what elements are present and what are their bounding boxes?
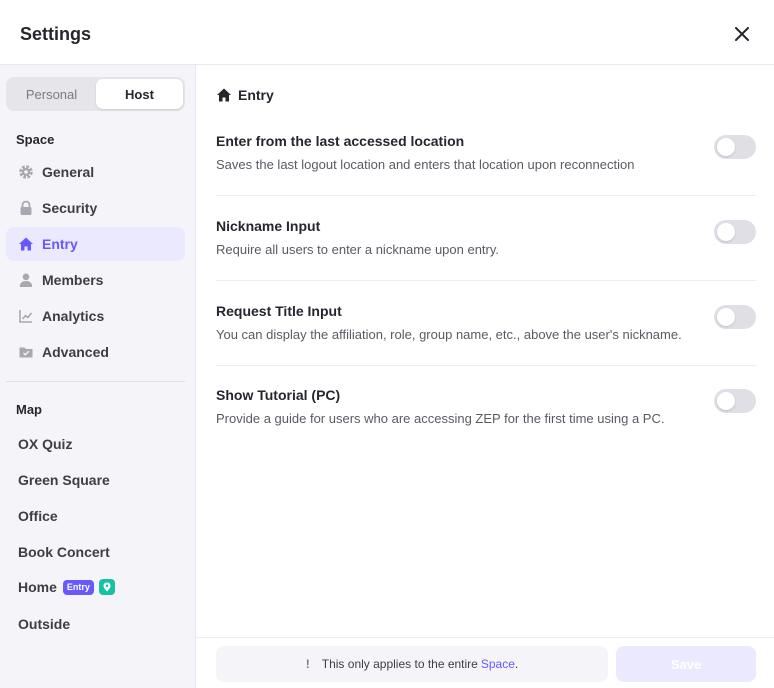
toggle-last-location[interactable] [714, 135, 756, 159]
page-title: Settings [20, 24, 92, 44]
tab-personal[interactable]: Personal [8, 79, 95, 109]
chart-icon [18, 308, 34, 324]
setting-title: Nickname Input [216, 218, 321, 234]
settings-content: Entry Enter from the last accessed locat… [196, 65, 774, 637]
map-item-outside[interactable]: Outside [18, 616, 70, 632]
toggle-request-title[interactable] [714, 305, 756, 329]
notice-highlight: Space [480, 657, 515, 671]
save-button[interactable]: Save [616, 646, 756, 682]
setting-description: Saves the last logout location and enter… [216, 157, 635, 172]
sidebar-item-label: Entry [42, 236, 78, 252]
close-icon [735, 27, 749, 41]
folder-icon [18, 344, 34, 360]
content-heading-label: Entry [238, 87, 274, 103]
setting-description: Provide a guide for users who are access… [216, 411, 665, 426]
section-label-space: Space [16, 132, 55, 147]
setting-last-location: Enter from the last accessed location Sa… [216, 133, 756, 218]
map-item-office[interactable]: Office [18, 508, 58, 524]
sidebar-item-members[interactable]: Members [6, 263, 185, 297]
scope-notice: ! This only applies to the entire Space. [216, 646, 608, 682]
map-item-label: Outside [18, 616, 71, 632]
tab-host[interactable]: Host [96, 79, 183, 109]
entry-badge: Entry [62, 579, 94, 595]
toggle-knob [717, 308, 735, 326]
toggle-knob [717, 223, 735, 241]
map-item-label: Green Square [18, 472, 110, 488]
home-icon [217, 88, 231, 102]
notice-text: This only applies to the entire [321, 657, 478, 671]
toggle-knob [717, 392, 735, 410]
sidebar-item-label: Members [42, 272, 104, 288]
map-item-ox-quiz[interactable]: OX Quiz [18, 436, 72, 452]
lock-icon [18, 200, 34, 216]
setting-title: Request Title Input [216, 303, 342, 319]
sidebar-item-label: General [42, 164, 95, 180]
setting-divider [216, 280, 756, 281]
sidebar-item-label: Security [42, 200, 98, 216]
sidebar-item-label: Advanced [42, 344, 109, 360]
sidebar-item-general[interactable]: General [6, 155, 185, 189]
exclamation-icon: ! [305, 657, 310, 671]
sidebar-item-analytics[interactable]: Analytics [6, 299, 185, 333]
setting-description: You can display the affiliation, role, g… [216, 327, 682, 342]
location-pin-icon [98, 579, 115, 595]
setting-title: Show Tutorial (PC) [216, 387, 341, 403]
sidebar-item-label: Analytics [42, 308, 105, 324]
setting-request-title: Request Title Input You can display the … [216, 303, 756, 388]
setting-divider [216, 365, 756, 366]
section-label-map: Map [16, 402, 42, 417]
map-item-label: Book Concert [18, 544, 110, 560]
content-heading: Entry [216, 87, 274, 103]
toggle-show-tutorial[interactable] [714, 389, 756, 413]
toggle-knob [717, 138, 735, 156]
sidebar-item-advanced[interactable]: Advanced [6, 335, 185, 369]
toggle-nickname-input[interactable] [714, 220, 756, 244]
gear-icon [18, 164, 34, 180]
home-icon [18, 236, 34, 252]
sidebar-item-security[interactable]: Security [6, 191, 185, 225]
map-item-label: OX Quiz [18, 436, 73, 452]
setting-divider [216, 195, 756, 196]
modal-header: Settings [0, 0, 774, 65]
map-item-label: Office [18, 508, 58, 524]
setting-show-tutorial: Show Tutorial (PC) Provide a guide for u… [216, 387, 756, 472]
map-item-label: Home [18, 579, 57, 595]
settings-footer: ! This only applies to the entire Space.… [196, 637, 774, 688]
sidebar: Personal Host Space General Security Ent… [0, 65, 196, 688]
setting-description: Require all users to enter a nickname up… [216, 242, 500, 257]
map-item-home[interactable]: Home Entry [18, 579, 115, 595]
person-icon [18, 272, 34, 288]
close-button[interactable] [728, 20, 756, 48]
map-item-book-concert[interactable]: Book Concert [18, 544, 110, 560]
sidebar-item-entry[interactable]: Entry [6, 227, 185, 261]
setting-title: Enter from the last accessed location [216, 133, 465, 149]
notice-end: . [514, 657, 519, 671]
role-segmented-control: Personal Host [6, 77, 185, 111]
map-item-green-square[interactable]: Green Square [18, 472, 110, 488]
sidebar-divider [6, 381, 185, 382]
setting-nickname-input: Nickname Input Require all users to ente… [216, 218, 756, 303]
